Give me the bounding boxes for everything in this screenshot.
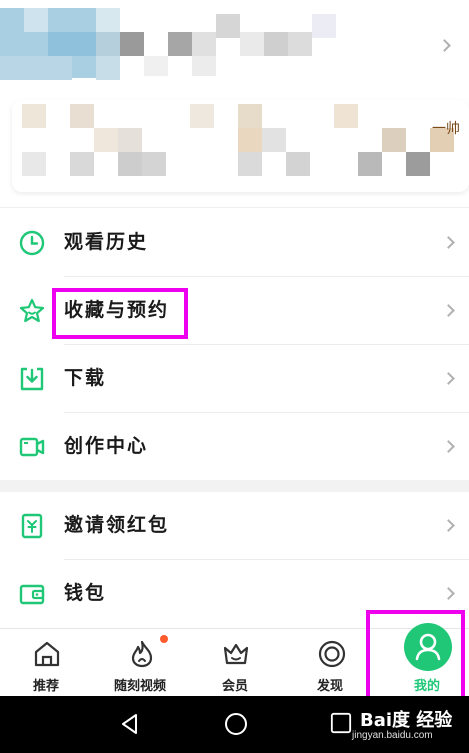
blurred-block — [286, 152, 310, 176]
tab-moment-video[interactable]: 随刻视频 — [94, 629, 188, 697]
profile-header[interactable] — [0, 0, 469, 100]
blurred-block — [358, 152, 382, 176]
download-icon — [20, 367, 44, 391]
baidu-jingyan-watermark: Bai度 经验 jingyan.baidu.com — [352, 706, 453, 741]
tab-recommend[interactable]: 推荐 — [0, 629, 94, 697]
tab-vip[interactable]: 会员 — [188, 629, 282, 697]
section-divider — [0, 196, 469, 208]
blurred-block — [238, 152, 262, 176]
blurred-block — [238, 128, 262, 152]
blurred-block — [142, 152, 166, 176]
chevron-right-icon — [442, 304, 455, 317]
discover-icon — [318, 640, 346, 668]
blurred-block — [0, 56, 72, 80]
menu-item-label: 下载 — [64, 367, 107, 389]
blurred-block — [312, 14, 336, 38]
blurred-block — [94, 128, 118, 152]
blurred-block — [118, 128, 142, 152]
chevron-right-icon — [442, 236, 455, 249]
blurred-block — [118, 152, 142, 176]
annotation-highlight-me-tab — [366, 610, 465, 702]
video-camera-icon — [19, 437, 45, 457]
blurred-block — [262, 128, 286, 152]
menu-item-label: 创作中心 — [64, 435, 149, 457]
blurred-block — [190, 104, 214, 128]
blurred-block — [216, 14, 240, 38]
menu-item-download[interactable]: 下载 — [0, 345, 469, 413]
watermark-brand: Bai度 经验 — [360, 710, 453, 731]
blurred-block — [70, 104, 94, 128]
star-icon — [19, 298, 45, 323]
blurred-block — [96, 56, 120, 80]
blurred-block — [22, 152, 46, 176]
tab-label: 随刻视频 — [114, 679, 167, 694]
blurred-block — [192, 32, 216, 56]
blurred-block — [24, 8, 48, 32]
blurred-block — [120, 32, 144, 56]
blurred-block — [22, 104, 46, 128]
menu-item-watch-history[interactable]: 观看历史 — [0, 209, 469, 277]
blurred-block — [168, 32, 192, 56]
banner-note: 一帅 — [432, 121, 460, 137]
tab-label: 发现 — [317, 679, 344, 694]
menu-group-primary: 观看历史 收藏与预约 下载 创作中心 — [0, 209, 469, 481]
back-icon[interactable] — [118, 712, 142, 736]
tab-label: 推荐 — [33, 679, 60, 694]
menu-group-secondary: 邀请领红包 钱包 — [0, 492, 469, 628]
chevron-right-icon — [442, 519, 455, 532]
tab-discover[interactable]: 发现 — [282, 629, 376, 697]
red-envelope-icon — [21, 513, 43, 539]
blurred-block — [96, 8, 120, 32]
tab-label: 会员 — [222, 679, 249, 694]
flame-icon — [131, 640, 153, 668]
blurred-block — [144, 56, 168, 76]
menu-item-invite-red-envelope[interactable]: 邀请领红包 — [0, 492, 469, 560]
blurred-block — [406, 152, 430, 176]
crown-icon — [223, 643, 249, 665]
home-icon — [34, 641, 60, 667]
blurred-block — [192, 56, 216, 76]
chevron-right-icon — [442, 372, 455, 385]
menu-item-label: 钱包 — [64, 582, 107, 604]
home-circle-icon[interactable] — [224, 712, 248, 736]
notification-dot — [160, 635, 168, 643]
blurred-block — [70, 152, 94, 176]
annotation-highlight-favorites — [52, 288, 188, 339]
menu-item-creator-center[interactable]: 创作中心 — [0, 413, 469, 481]
blurred-block — [96, 32, 120, 56]
chevron-right-icon[interactable] — [438, 39, 451, 52]
chevron-right-icon — [442, 587, 455, 600]
clock-icon — [19, 230, 45, 256]
blurred-block — [288, 32, 312, 56]
blurred-block — [48, 32, 96, 56]
blurred-block — [382, 128, 406, 152]
vip-banner-card[interactable] — [12, 100, 469, 192]
recent-apps-icon[interactable] — [330, 712, 352, 734]
blurred-block — [334, 104, 358, 128]
section-divider — [0, 480, 469, 492]
blurred-block — [238, 104, 262, 128]
menu-item-label: 邀请领红包 — [64, 514, 170, 536]
menu-item-label: 观看历史 — [64, 231, 149, 253]
chevron-right-icon — [442, 440, 455, 453]
blurred-block — [240, 32, 264, 56]
blurred-block — [264, 32, 288, 56]
watermark-url: jingyan.baidu.com — [352, 730, 433, 741]
wallet-icon — [19, 584, 45, 605]
